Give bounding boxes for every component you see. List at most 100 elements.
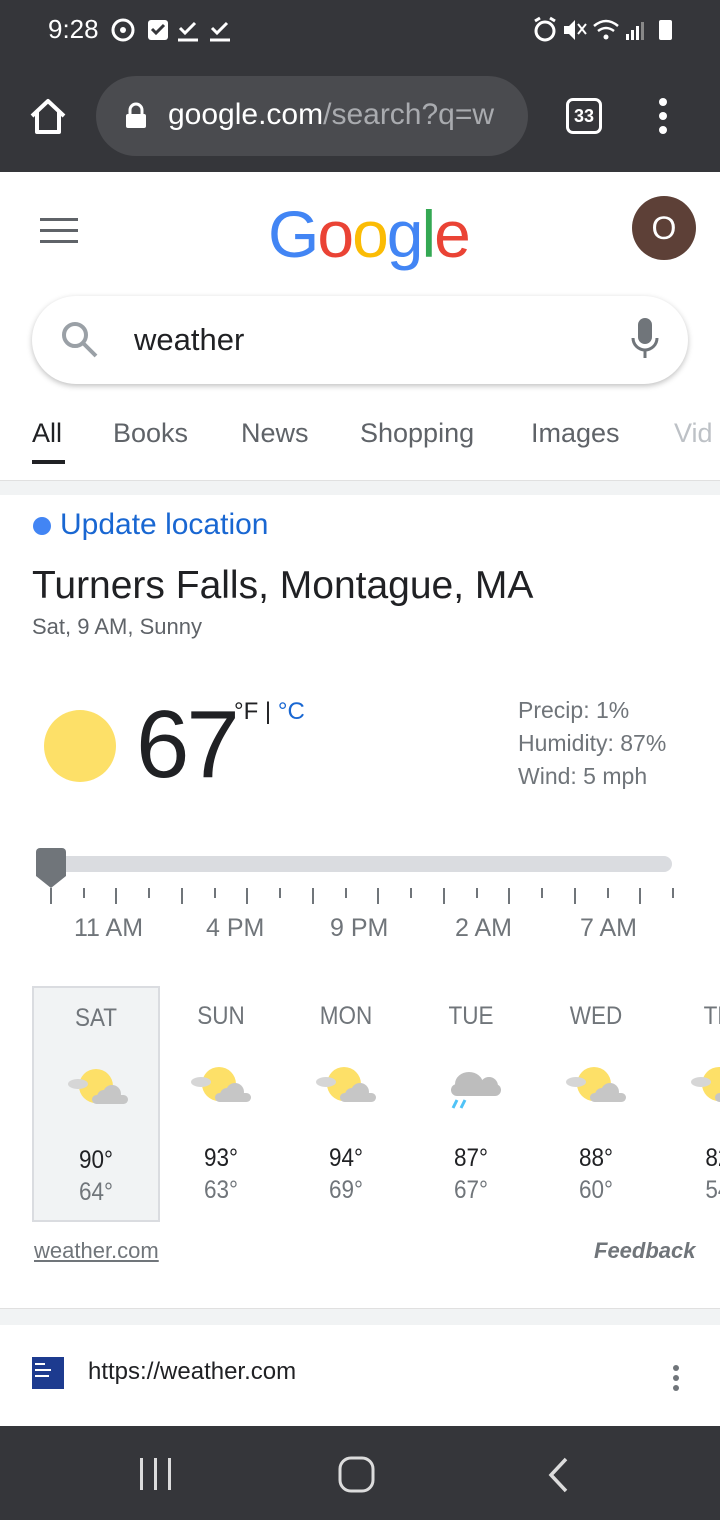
tab-shopping[interactable]: Shopping (360, 418, 474, 449)
timeline-tick (508, 888, 510, 904)
timeline-tick (672, 888, 674, 898)
timeline-tick (50, 888, 52, 904)
system-nav-bar (0, 1426, 720, 1520)
feedback-link[interactable]: Feedback (594, 1238, 696, 1264)
notification-icons (111, 18, 230, 42)
unit-toggle: °F | °C (234, 698, 305, 726)
account-avatar[interactable]: O (632, 196, 696, 260)
back-icon[interactable] (546, 1456, 572, 1494)
timeline-tick (214, 888, 216, 898)
section-divider (0, 480, 720, 495)
lock-icon (126, 102, 146, 128)
active-tab-indicator (32, 460, 65, 464)
timeline-tick (443, 888, 445, 904)
precip-value: Precip: 1% (518, 697, 630, 723)
day-low: 63° (203, 1176, 239, 1204)
time-label: 9 PM (330, 914, 389, 942)
timeline-tick (410, 888, 412, 898)
celsius-unit[interactable]: °C (278, 698, 305, 725)
timeline-tick (83, 888, 85, 898)
search-box[interactable]: weather (32, 296, 688, 384)
timeline-tick (639, 888, 641, 904)
tab-videos[interactable]: Vid (674, 418, 720, 449)
home-button-icon[interactable] (338, 1456, 376, 1494)
day-low: 64° (78, 1178, 114, 1206)
result-url[interactable]: https://weather.com (88, 1358, 296, 1386)
time-label: 4 PM (206, 914, 265, 942)
timeline-tick (377, 888, 379, 904)
address-bar[interactable]: google.com/search?q=w (96, 76, 528, 156)
timeline-tick (148, 888, 150, 898)
day-name: SAT (74, 1004, 118, 1032)
update-location-link[interactable]: Update location (60, 508, 268, 542)
forecast-day[interactable]: TH 82 54 (657, 986, 720, 1222)
day-high: 90° (78, 1146, 114, 1174)
timeline-slider-track[interactable] (36, 856, 672, 872)
unit-separator: | (258, 698, 278, 725)
more-options-icon[interactable] (668, 1364, 684, 1392)
day-low: 69° (328, 1176, 364, 1204)
home-icon[interactable] (28, 96, 68, 136)
timeline-tick (115, 888, 117, 904)
tab-books[interactable]: Books (113, 418, 188, 449)
tab-news[interactable]: News (241, 418, 309, 449)
logo-letter: o (352, 197, 389, 271)
weather-channel-logo-mark (35, 1363, 51, 1377)
day-high: 93° (203, 1144, 239, 1172)
search-input[interactable]: weather (134, 322, 244, 358)
forecast-day[interactable]: WED 88° 60° (532, 986, 660, 1222)
forecast-day[interactable]: SUN 93° 63° (157, 986, 285, 1222)
timeline-tick (476, 888, 478, 898)
search-icon[interactable] (60, 320, 100, 360)
url-text: google.com/search?q=w (168, 98, 516, 132)
hamburger-menu-icon[interactable] (40, 218, 80, 244)
partly-sunny-icon (691, 1067, 720, 1102)
day-high: 87° (453, 1144, 489, 1172)
recent-apps-icon[interactable] (138, 1458, 174, 1490)
partly-sunny-icon (316, 1067, 376, 1102)
partly-sunny-icon (566, 1067, 626, 1102)
day-name: MON (319, 1002, 373, 1030)
tab-images[interactable]: Images (531, 418, 620, 449)
time-label: 11 AM (74, 914, 144, 942)
time-label: 7 AM (580, 914, 637, 942)
timeline-tick (607, 888, 609, 898)
logo-letter: e (434, 197, 471, 271)
timeline-tick (574, 888, 576, 904)
forecast-day[interactable]: TUE 87° 67° (407, 986, 535, 1222)
google-logo[interactable]: Google (268, 196, 471, 272)
timeline-tick (541, 888, 543, 898)
url-host: google.com (168, 98, 324, 131)
menu-dots-icon[interactable] (656, 96, 670, 136)
forecast-day[interactable]: MON 94° 69° (282, 986, 410, 1222)
weather-location: Turners Falls, Montague, MA (32, 564, 534, 607)
partly-sunny-icon (191, 1067, 251, 1102)
weather-condition: Sat, 9 AM, Sunny (32, 614, 202, 639)
day-high: 82 (705, 1144, 720, 1172)
timeline-tick (181, 888, 183, 904)
weather-source-link[interactable]: weather.com (34, 1238, 159, 1264)
day-high: 94° (328, 1144, 364, 1172)
time-label: 2 AM (455, 914, 512, 942)
day-name: WED (569, 1002, 623, 1030)
partly-sunny-icon (68, 1069, 128, 1104)
day-high: 88° (578, 1144, 614, 1172)
forecast-day[interactable]: SAT 90° 64° (32, 986, 160, 1222)
day-name: SUN (197, 1002, 245, 1030)
logo-letter: G (268, 197, 319, 271)
sunny-icon (44, 710, 116, 782)
location-dot-icon (33, 517, 51, 535)
system-status-icons (534, 16, 672, 42)
fahrenheit-unit[interactable]: °F (234, 698, 258, 725)
rain-cloud-icon (451, 1072, 501, 1109)
tab-all[interactable]: All (32, 418, 62, 449)
logo-letter: l (421, 197, 437, 271)
section-divider (0, 1308, 720, 1325)
timeline-slider-thumb[interactable] (34, 848, 68, 890)
wind-value: Wind: 5 mph (518, 763, 648, 789)
microphone-icon[interactable] (630, 318, 660, 362)
tab-switcher-button[interactable]: 33 (566, 98, 602, 134)
day-name: TH (703, 1002, 720, 1030)
day-low: 54 (705, 1176, 720, 1204)
day-low: 67° (453, 1176, 489, 1204)
